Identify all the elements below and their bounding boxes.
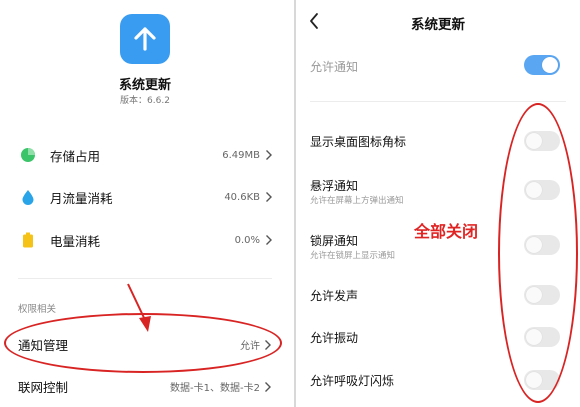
network-control-label: 联网控制: [18, 380, 69, 395]
chevron-right-icon: [264, 378, 274, 392]
annotation-text: 全部关闭: [414, 222, 479, 241]
app-icon: [120, 14, 170, 64]
app-name: 系统更新: [118, 78, 171, 93]
sound-label: 允许发声: [310, 289, 359, 303]
lockscreen-notification-label: 锁屏通知: [310, 234, 359, 248]
notification-settings-panel: 系统更新 允许通知 显示桌面图标角标 悬浮通知 允许在屏幕上方弹出通知 锁屏通知…: [296, 0, 580, 407]
app-version: 版本：6.6.2: [120, 96, 170, 106]
network-control-row[interactable]: 联网控制 数据-卡1、数据-卡2: [0, 370, 294, 400]
battery-value: 0.0%: [234, 234, 260, 246]
lockscreen-notification-desc: 允许在锁屏上显示通知: [310, 251, 396, 261]
vibration-label: 允许振动: [310, 331, 359, 345]
arrow-up-icon: [134, 27, 156, 51]
water-drop-icon: [20, 189, 36, 205]
annotation-arrow-icon: [127, 283, 151, 332]
data-usage-row[interactable]: 月流量消耗 40.6KB: [0, 182, 294, 212]
floating-notification-desc: 允许在屏幕上方弹出通知: [310, 196, 404, 206]
chevron-right-icon: [264, 233, 274, 247]
allow-notifications-toggle[interactable]: [524, 55, 560, 75]
chevron-right-icon: [264, 148, 274, 162]
battery-row[interactable]: 电量消耗 0.0%: [0, 225, 294, 255]
data-usage-label: 月流量消耗: [50, 190, 113, 206]
breathing-light-label: 允许呼吸灯闪烁: [310, 374, 395, 388]
floating-notification-label: 悬浮通知: [310, 179, 359, 193]
badge-label: 显示桌面图标角标: [310, 135, 407, 149]
section-label: 权限相关: [18, 304, 57, 315]
divider: [310, 101, 566, 102]
page-title: 系统更新: [411, 17, 465, 33]
pie-chart-icon: [20, 147, 36, 163]
allow-notifications-label: 允许通知: [310, 60, 359, 74]
app-info-panel: 系统更新 版本：6.6.2 存储占用 6.49MB 月流量消耗 40.6KB 电…: [0, 0, 294, 407]
battery-icon: [20, 232, 36, 248]
storage-label: 存储占用: [50, 148, 101, 164]
storage-row[interactable]: 存储占用 6.49MB: [0, 140, 294, 170]
annotation-ellipse: [498, 103, 578, 403]
chevron-right-icon: [264, 190, 274, 204]
battery-label: 电量消耗: [50, 233, 101, 249]
data-usage-value: 40.6KB: [224, 191, 260, 203]
divider: [18, 278, 272, 279]
network-control-value: 数据-卡1、数据-卡2: [170, 383, 260, 394]
storage-value: 6.49MB: [222, 149, 260, 161]
